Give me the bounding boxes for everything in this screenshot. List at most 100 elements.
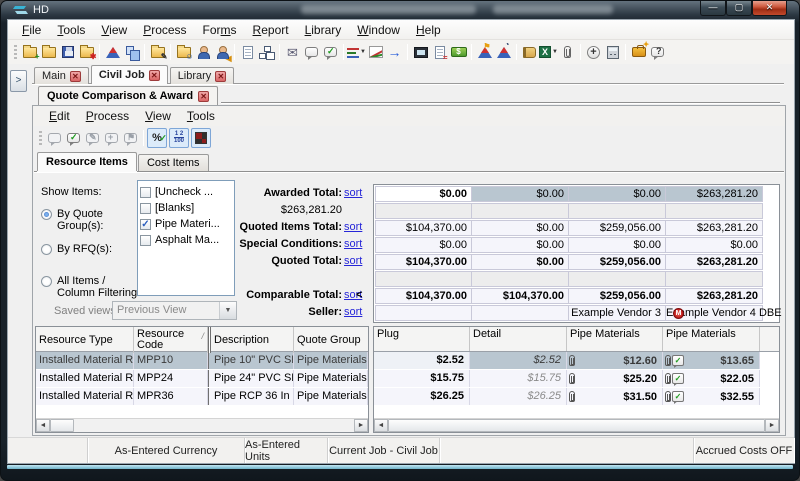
awarded-sort-link[interactable]: sort bbox=[344, 185, 366, 202]
special-conditions-sort-link[interactable]: sort bbox=[344, 236, 366, 253]
new-folder-icon[interactable]: + bbox=[20, 42, 39, 62]
forward-arrow-icon[interactable]: → bbox=[385, 42, 404, 62]
quote-note-check-icon[interactable]: ✓ bbox=[64, 128, 83, 148]
import-folder-icon[interactable]: ✱ bbox=[77, 42, 96, 62]
excel-dropdown-icon[interactable]: X▼ bbox=[539, 42, 558, 62]
quoted-items-sort-link[interactable]: sort bbox=[344, 219, 366, 236]
menu-process[interactable]: Process bbox=[135, 21, 194, 39]
total-cell[interactable]: $259,056.00 bbox=[569, 288, 666, 304]
scroll-right-icon[interactable]: ► bbox=[765, 419, 779, 432]
document-icon[interactable] bbox=[238, 42, 257, 62]
quote-note-icon[interactable] bbox=[45, 128, 64, 148]
quote-note-add-icon[interactable]: + bbox=[102, 128, 121, 148]
seller-cell[interactable]: MExample Vendor 4 DBE bbox=[666, 305, 763, 321]
sidebar-expand-button[interactable]: > bbox=[10, 70, 27, 92]
col-plug[interactable]: Plug bbox=[374, 327, 470, 351]
orgchart-icon[interactable] bbox=[257, 42, 276, 62]
tab-library[interactable]: Library ✕ bbox=[170, 67, 235, 84]
col-description[interactable]: Description bbox=[211, 327, 294, 353]
report-clock-icon[interactable]: ≈ bbox=[430, 42, 449, 62]
total-cell[interactable]: $263,281.20 bbox=[666, 254, 763, 270]
panel-menu-tools[interactable]: Tools bbox=[179, 107, 223, 125]
total-cell[interactable]: $0.00 bbox=[472, 254, 569, 270]
grid-cells-toggle[interactable] bbox=[191, 128, 211, 148]
menu-window[interactable]: Window bbox=[349, 21, 408, 39]
seller-sort-link[interactable]: sort bbox=[344, 304, 366, 321]
col-resource-type[interactable]: Resource Type bbox=[36, 327, 134, 353]
total-cell[interactable]: $263,281.20 bbox=[666, 220, 763, 236]
tab-quote-comparison-award-close-icon[interactable]: ✕ bbox=[198, 91, 209, 102]
add-icon[interactable]: + bbox=[584, 42, 603, 62]
help-icon[interactable]: ? bbox=[648, 42, 667, 62]
system-clock-icon[interactable] bbox=[411, 42, 430, 62]
panel-menu-process[interactable]: Process bbox=[78, 107, 137, 125]
quote-grid-hscrollbar[interactable]: ◄ ► bbox=[374, 418, 779, 432]
quote-row[interactable]: $26.25 $26.25 $31.50 ✓$32.55 bbox=[374, 388, 779, 405]
seller-cell[interactable] bbox=[472, 305, 569, 321]
total-cell[interactable]: $104,370.00 bbox=[375, 254, 472, 270]
quote-row[interactable]: $15.75 $15.75 $25.20 ✓$22.05 bbox=[374, 370, 779, 387]
total-cell[interactable]: $104,370.00 bbox=[472, 288, 569, 304]
total-cell[interactable]: $259,056.00 bbox=[569, 220, 666, 236]
tab-cost-items[interactable]: Cost Items bbox=[138, 154, 209, 171]
scroll-left-icon[interactable]: ◄ bbox=[36, 419, 50, 432]
calculator-icon[interactable] bbox=[603, 42, 622, 62]
comment-check-icon[interactable]: ✓ bbox=[321, 42, 340, 62]
tab-civil-job[interactable]: Civil Job ✕ bbox=[91, 65, 168, 84]
quote-note-edit-icon[interactable]: ✎ bbox=[83, 128, 102, 148]
menu-file[interactable]: File bbox=[14, 21, 49, 39]
maximize-button[interactable]: ▢ bbox=[726, 1, 752, 16]
quote-row[interactable]: $2.52 $2.52 $12.60 ✓$13.65 bbox=[374, 352, 779, 369]
total-cell[interactable]: $104,370.00 bbox=[375, 220, 472, 236]
menu-view[interactable]: View bbox=[93, 21, 135, 39]
pyramid-flag-icon[interactable]: ⚑ bbox=[475, 42, 494, 62]
quote-note-flag-icon[interactable]: ⚑ bbox=[121, 128, 140, 148]
total-cell[interactable]: $0.00 bbox=[569, 237, 666, 253]
col-detail[interactable]: Detail bbox=[470, 327, 567, 351]
user-folder-icon[interactable]: ☺ bbox=[174, 42, 193, 62]
price-trend-icon[interactable] bbox=[366, 42, 385, 62]
employee-icon[interactable] bbox=[193, 42, 212, 62]
percent-check-toggle[interactable]: % bbox=[147, 128, 167, 148]
total-cell[interactable]: $259,056.00 bbox=[569, 254, 666, 270]
save-icon[interactable] bbox=[58, 42, 77, 62]
scroll-right-icon[interactable]: ► bbox=[354, 419, 368, 432]
total-cell[interactable]: $0.00 bbox=[472, 220, 569, 236]
levels-dropdown-icon[interactable]: ▼ bbox=[347, 42, 366, 62]
comment-icon[interactable] bbox=[302, 42, 321, 62]
menu-help[interactable]: Help bbox=[408, 21, 449, 39]
radio-icon[interactable] bbox=[41, 276, 52, 287]
col-pipe-materials-1[interactable]: Pipe Materials bbox=[567, 327, 663, 351]
crew-icon[interactable]: ◀ bbox=[212, 42, 231, 62]
menu-library[interactable]: Library bbox=[297, 21, 350, 39]
menu-tools[interactable]: Tools bbox=[49, 21, 93, 39]
pyramid-icon[interactable] bbox=[103, 42, 122, 62]
quoted-total-sort-link[interactable]: sort bbox=[344, 253, 366, 270]
scroll-left-icon[interactable]: ◄ bbox=[374, 419, 388, 432]
resource-row[interactable]: Installed Material Rate MPP24 Pipe 24" P… bbox=[36, 370, 368, 387]
total-cell[interactable]: $0.00 bbox=[472, 237, 569, 253]
total-cell[interactable]: $0.00 bbox=[375, 237, 472, 253]
resource-row[interactable]: Installed Material Rate MPP10 Pipe 10" P… bbox=[36, 352, 368, 369]
unit-price-toggle[interactable] bbox=[169, 128, 189, 148]
seller-cell[interactable]: Example Vendor 3 bbox=[569, 305, 666, 321]
panel-menu-edit[interactable]: Edit bbox=[41, 107, 78, 125]
pyramid-clock-icon[interactable]: ◔ bbox=[494, 42, 513, 62]
tab-library-close-icon[interactable]: ✕ bbox=[215, 71, 226, 82]
tab-main-close-icon[interactable]: ✕ bbox=[70, 71, 81, 82]
scrollbar-thumb[interactable] bbox=[50, 419, 74, 432]
mail-icon[interactable]: ✉ bbox=[283, 42, 302, 62]
tab-main[interactable]: Main ✕ bbox=[34, 67, 89, 84]
money-icon[interactable]: $ bbox=[449, 42, 468, 62]
total-cell[interactable]: $0.00 bbox=[375, 186, 472, 202]
col-resource-code[interactable]: Resource Code/ bbox=[134, 327, 208, 353]
edit-folder-icon[interactable]: ✎ bbox=[148, 42, 167, 62]
scrollbar-thumb[interactable] bbox=[388, 419, 765, 432]
total-cell[interactable]: $0.00 bbox=[472, 186, 569, 202]
open-folder-icon[interactable] bbox=[39, 42, 58, 62]
tab-civil-job-close-icon[interactable]: ✕ bbox=[149, 70, 160, 81]
resource-grid-hscrollbar[interactable]: ◄ ► bbox=[36, 418, 368, 432]
panel-menu-view[interactable]: View bbox=[137, 107, 179, 125]
menu-forms[interactable]: Forms bbox=[195, 21, 245, 39]
tab-quote-comparison-award[interactable]: Quote Comparison & Award ✕ bbox=[38, 86, 218, 105]
